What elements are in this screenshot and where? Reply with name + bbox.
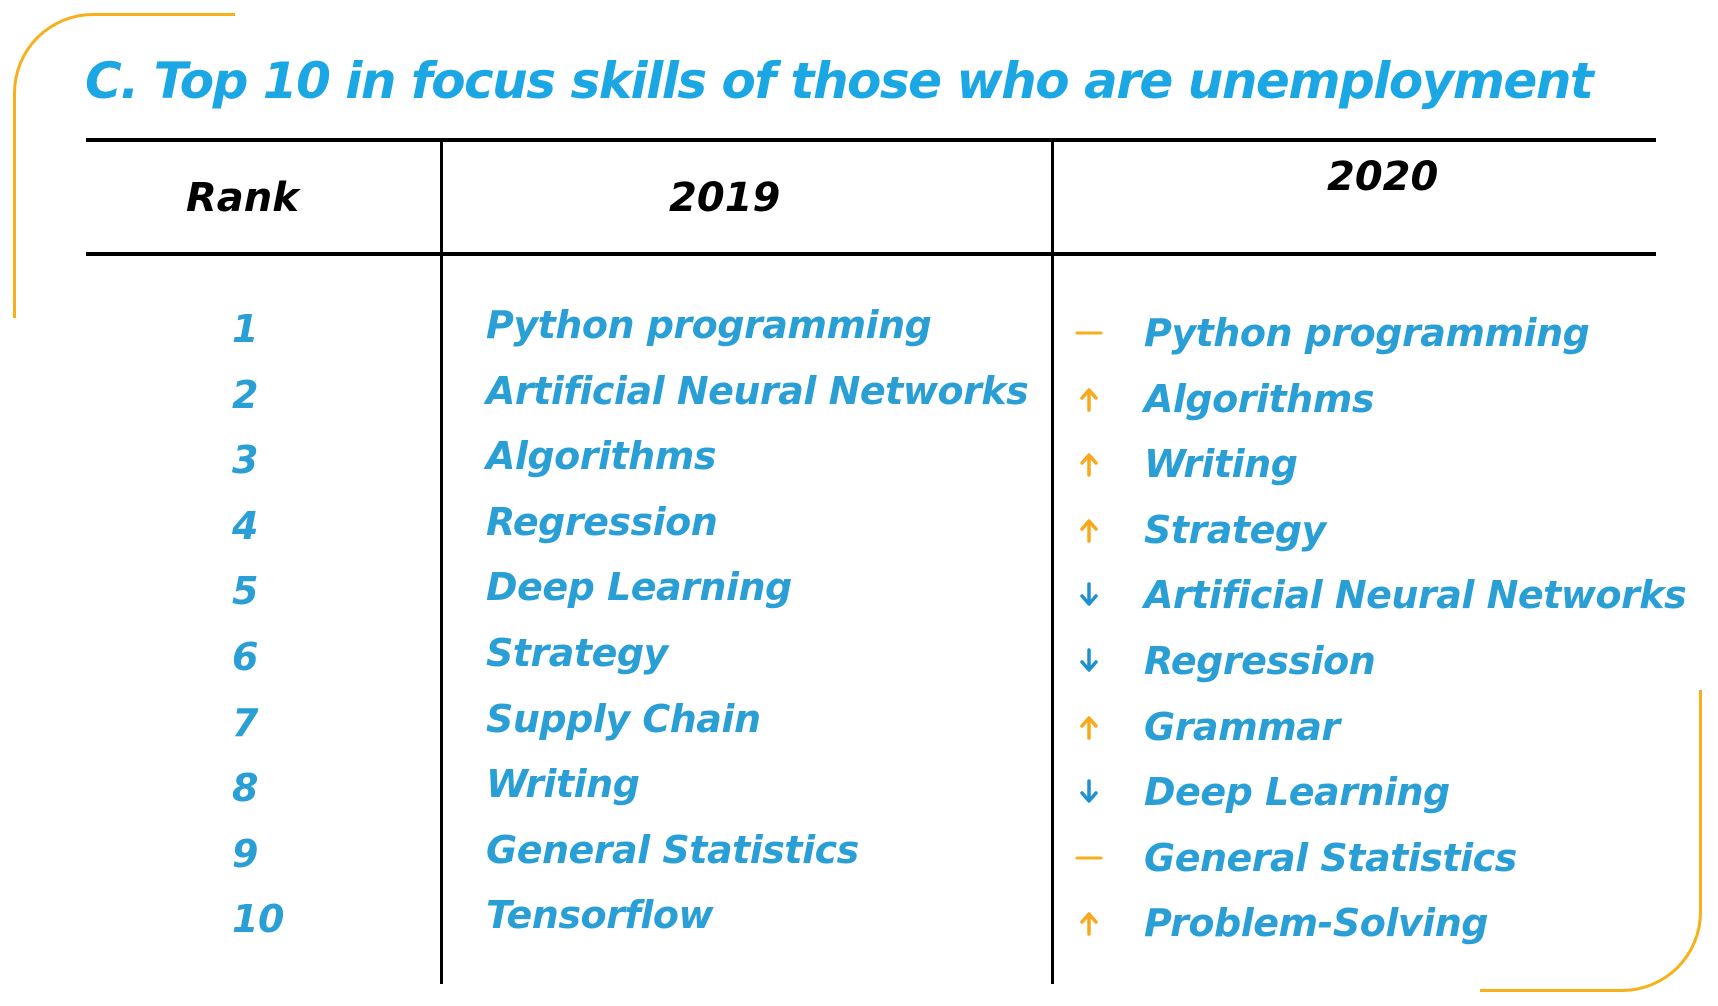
arrow-up-icon xyxy=(1074,712,1104,742)
dash-icon xyxy=(1074,843,1104,873)
skill-2019-cell: Algorithms xyxy=(486,434,716,478)
rank-cell: 10 xyxy=(232,897,284,941)
rank-cell: 8 xyxy=(232,766,258,810)
skill-2019-cell: Writing xyxy=(486,762,640,806)
skill-2020-cell: Writing xyxy=(1144,442,1298,486)
rank-cell: 4 xyxy=(232,504,258,548)
skill-2020-cell: Deep Learning xyxy=(1144,770,1450,814)
skill-2020-cell: General Statistics xyxy=(1144,836,1517,880)
rank-cell: 2 xyxy=(232,373,258,417)
rank-cell: 7 xyxy=(232,701,258,745)
dash-icon xyxy=(1074,318,1104,348)
skill-2019-cell: Python programming xyxy=(486,303,932,347)
skill-2020-cell: Grammar xyxy=(1144,705,1340,749)
skill-2020-cell: Artificial Neural Networks xyxy=(1144,573,1687,617)
skill-2019-cell: Artificial Neural Networks xyxy=(486,369,1029,413)
rank-cell: 1 xyxy=(232,307,258,351)
skill-2019-cell: General Statistics xyxy=(486,828,859,872)
arrow-up-icon xyxy=(1074,449,1104,479)
arrow-down-icon xyxy=(1074,777,1104,807)
skill-2019-cell: Strategy xyxy=(486,631,668,675)
arrow-up-icon xyxy=(1074,515,1104,545)
skill-2020-cell: Strategy xyxy=(1144,508,1326,552)
skill-2020-cell: Algorithms xyxy=(1144,377,1374,421)
arrow-up-icon xyxy=(1074,908,1104,938)
rank-cell: 3 xyxy=(232,438,258,482)
ranking-table-body: 1 Python programming Python programming 2 Ar… xyxy=(0,0,1718,1006)
skill-2019-cell: Regression xyxy=(486,500,718,544)
skill-2020-cell: Regression xyxy=(1144,639,1376,683)
skill-2019-cell: Deep Learning xyxy=(486,565,792,609)
arrow-down-icon xyxy=(1074,646,1104,676)
arrow-down-icon xyxy=(1074,580,1104,610)
skill-2019-cell: Supply Chain xyxy=(486,697,761,741)
skill-2019-cell: Tensorflow xyxy=(486,893,714,937)
rank-cell: 6 xyxy=(232,635,258,679)
skill-2020-cell: Problem-Solving xyxy=(1144,901,1488,945)
skill-2020-cell: Python programming xyxy=(1144,311,1590,355)
rank-cell: 9 xyxy=(232,832,258,876)
arrow-up-icon xyxy=(1074,384,1104,414)
rank-cell: 5 xyxy=(232,569,258,613)
